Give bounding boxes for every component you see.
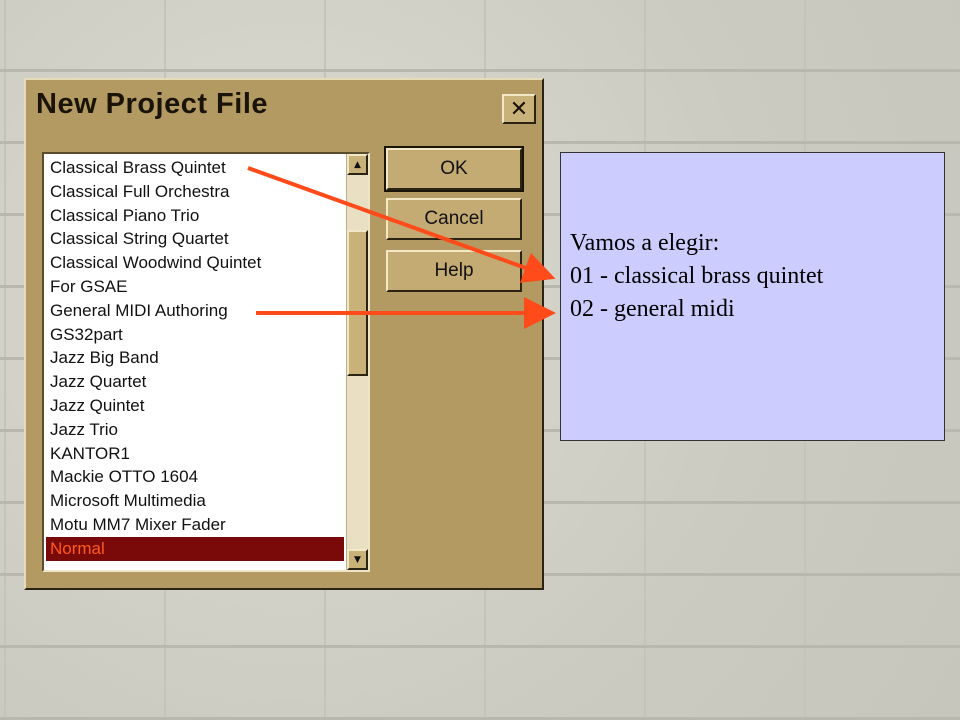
list-item[interactable]: Microsoft Multimedia xyxy=(46,489,344,513)
list-item[interactable]: General MIDI Authoring xyxy=(46,299,344,323)
instruction-note: Vamos a elegir: 01 - classical brass qui… xyxy=(560,152,945,441)
list-item[interactable]: Motu MM7 Mixer Fader xyxy=(46,513,344,537)
list-item[interactable]: Jazz Big Band xyxy=(46,346,344,370)
list-item[interactable]: Mackie OTTO 1604 xyxy=(46,465,344,489)
list-item[interactable]: Normal xyxy=(46,536,344,561)
list-item[interactable]: Classical Full Orchestra xyxy=(46,180,344,204)
dialog-title: New Project File xyxy=(36,88,269,120)
cancel-button[interactable]: Cancel xyxy=(386,198,522,240)
list-item[interactable]: KANTOR1 xyxy=(46,442,344,466)
arrow-down-icon: ▼ xyxy=(354,554,361,565)
note-line-2: 01 - classical brass quintet xyxy=(570,263,824,289)
project-template-list[interactable]: Classical Brass Quintet Classical Full Or… xyxy=(42,152,370,572)
list-item[interactable]: Classical Piano Trio xyxy=(46,204,344,228)
list-item[interactable]: GS32part xyxy=(46,323,344,347)
close-icon: ✕ xyxy=(509,96,529,122)
scroll-up-button[interactable]: ▲ xyxy=(347,154,368,175)
list-items: Classical Brass Quintet Classical Full Or… xyxy=(46,156,344,561)
list-item[interactable]: Jazz Quartet xyxy=(46,370,344,394)
new-project-file-dialog: New Project File ✕ Classical Brass Quint… xyxy=(24,78,544,590)
note-line-1: Vamos a elegir: xyxy=(570,230,720,256)
arrow-up-icon: ▲ xyxy=(354,159,361,170)
scroll-down-button[interactable]: ▼ xyxy=(347,549,368,570)
dialog-titlebar: New Project File ✕ xyxy=(30,84,538,136)
scroll-thumb[interactable] xyxy=(347,230,368,376)
help-button[interactable]: Help xyxy=(386,250,522,292)
list-item[interactable]: For GSAE xyxy=(46,275,344,299)
note-line-3: 02 - general midi xyxy=(570,296,735,322)
ok-button[interactable]: OK xyxy=(384,146,524,192)
list-scrollbar[interactable]: ▲ ▼ xyxy=(346,154,368,570)
list-item[interactable]: Classical String Quartet xyxy=(46,227,344,251)
close-button[interactable]: ✕ xyxy=(502,94,536,124)
list-item[interactable]: Jazz Quintet xyxy=(46,394,344,418)
list-item[interactable]: Classical Brass Quintet xyxy=(46,156,344,180)
list-item[interactable]: Jazz Trio xyxy=(46,418,344,442)
list-item[interactable]: Classical Woodwind Quintet xyxy=(46,251,344,275)
